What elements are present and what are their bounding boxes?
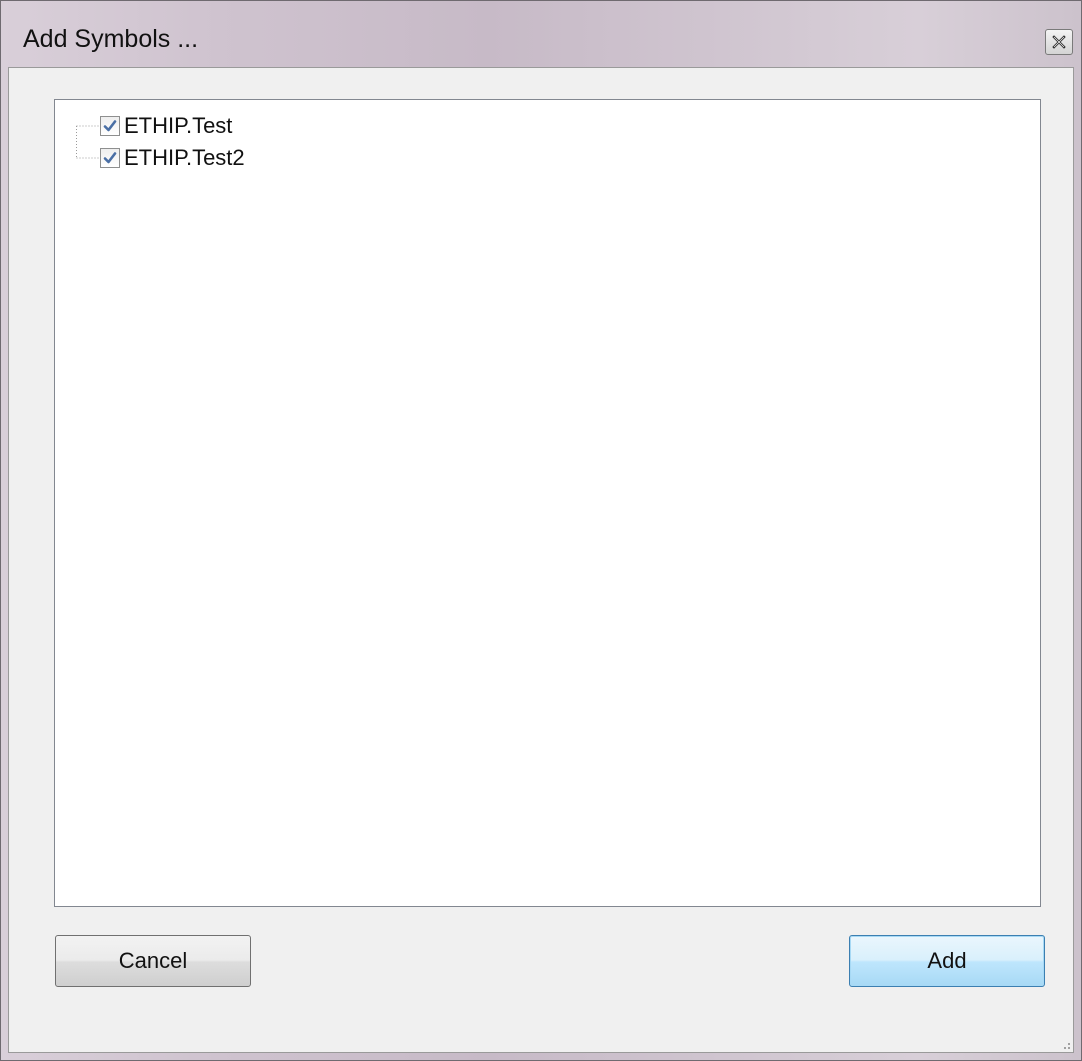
cancel-button[interactable]: Cancel — [55, 935, 251, 987]
symbol-tree[interactable]: ETHIP.Test ETHIP.Test2 — [54, 99, 1041, 907]
check-icon — [103, 152, 117, 164]
close-button[interactable] — [1045, 29, 1073, 55]
title-bar[interactable]: Add Symbols ... — [1, 1, 1081, 67]
tree-item-label[interactable]: ETHIP.Test2 — [124, 145, 245, 171]
tree-item-checkbox[interactable] — [100, 116, 120, 136]
check-icon — [103, 120, 117, 132]
tree-item-label[interactable]: ETHIP.Test — [124, 113, 232, 139]
tree-item[interactable]: ETHIP.Test — [100, 112, 232, 140]
tree-item[interactable]: ETHIP.Test2 — [100, 144, 245, 172]
resize-grip-icon[interactable] — [1059, 1038, 1071, 1050]
add-button[interactable]: Add — [849, 935, 1045, 987]
tree-item-checkbox[interactable] — [100, 148, 120, 168]
dialog-client-area: ETHIP.Test ETHIP.Test2 Cancel Add — [8, 67, 1074, 1053]
add-symbols-dialog: Add Symbols ... ETHIP.Test ETHIP.Test2 C… — [0, 0, 1082, 1061]
window-title: Add Symbols ... — [23, 25, 199, 53]
close-icon — [1052, 35, 1066, 49]
